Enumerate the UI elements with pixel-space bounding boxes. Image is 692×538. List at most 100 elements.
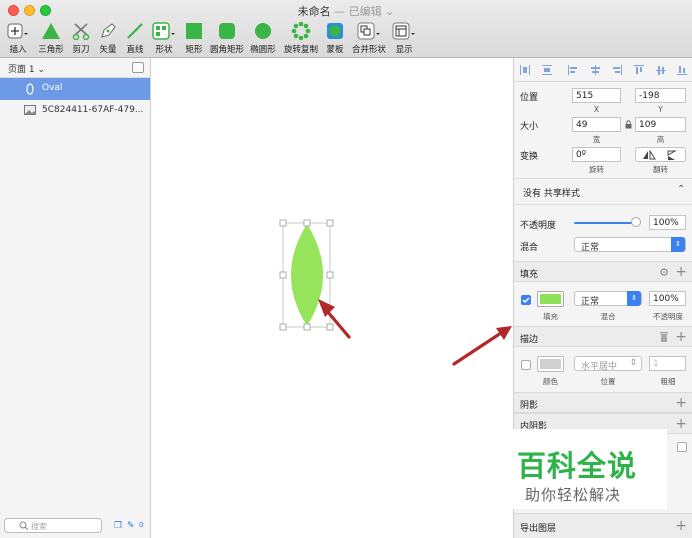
border-color-well[interactable] bbox=[537, 356, 564, 372]
align-right-icon[interactable] bbox=[612, 65, 622, 75]
shadow-section-header: 阴影 + bbox=[514, 392, 692, 413]
layer-oval[interactable]: Oval bbox=[0, 78, 150, 100]
watermark-subtitle: 助你轻松解决 bbox=[525, 486, 622, 504]
size-label: 大小 bbox=[520, 122, 539, 132]
blur-checkbox[interactable] bbox=[677, 442, 687, 452]
trash-icon[interactable] bbox=[660, 332, 668, 342]
filter-count: 0 bbox=[139, 521, 144, 529]
flip-vertical-icon[interactable] bbox=[666, 150, 680, 160]
align-bottom-icon[interactable] bbox=[677, 65, 687, 75]
view-menu[interactable]: 显示 bbox=[392, 21, 416, 55]
position-y-input[interactable]: -198 bbox=[635, 88, 686, 103]
add-shadow-button[interactable]: + bbox=[675, 394, 687, 412]
chevron-updown-icon: ⇕ bbox=[629, 358, 637, 368]
shared-style-select[interactable]: 没有 共享样式 ⌃ bbox=[514, 179, 692, 203]
layer-search-input[interactable]: 搜索 bbox=[4, 518, 102, 533]
rectangle-icon bbox=[186, 23, 202, 39]
chevron-updown-icon: ⌃ bbox=[677, 184, 686, 195]
search-icon bbox=[19, 521, 28, 530]
border-section-header: 描边 + bbox=[514, 326, 692, 347]
triangle-tool[interactable]: 三角形 bbox=[38, 21, 64, 55]
checkmark-icon bbox=[522, 297, 530, 304]
canvas-drawing bbox=[279, 219, 512, 366]
layer-image[interactable]: 5C824411-67AF-479... bbox=[0, 100, 150, 122]
page-selector[interactable]: 页面 1 ⌄ bbox=[0, 58, 150, 78]
align-center-h-icon[interactable] bbox=[590, 65, 600, 75]
border-color-swatch bbox=[540, 359, 561, 369]
width-input[interactable]: 49 bbox=[572, 117, 621, 132]
layers-panel: 页面 1 ⌄ Oval 5C824411-67AF-479... 搜索 ❐ ✎ … bbox=[0, 58, 151, 538]
distribute-horizontal-icon[interactable] bbox=[520, 65, 530, 75]
document-title: 未命名 — 已编辑 ⌄ bbox=[297, 5, 395, 18]
flip-horizontal-icon[interactable] bbox=[642, 150, 656, 160]
chevron-updown-icon: ⇕ bbox=[627, 291, 641, 306]
add-border-button[interactable]: + bbox=[675, 328, 687, 346]
edit-filter-icon[interactable]: ✎ bbox=[127, 521, 135, 531]
border-enabled-checkbox[interactable] bbox=[521, 360, 531, 370]
oval-layer-icon bbox=[26, 83, 34, 95]
image-layer-icon bbox=[24, 105, 36, 115]
fill-opacity-input[interactable]: 100% bbox=[649, 291, 686, 306]
fill-enabled-checkbox[interactable] bbox=[521, 295, 531, 305]
distribute-vertical-icon[interactable] bbox=[542, 65, 552, 75]
rectangle-tool[interactable]: 矩形 bbox=[184, 21, 204, 55]
fill-color-swatch bbox=[540, 294, 561, 304]
shapes-menu[interactable]: 形状 bbox=[152, 21, 176, 55]
rounded-rect-icon bbox=[219, 23, 235, 39]
add-fill-button[interactable]: + bbox=[675, 263, 687, 281]
line-icon bbox=[127, 23, 143, 39]
canvas[interactable] bbox=[152, 58, 512, 538]
blend-label: 混合 bbox=[520, 243, 539, 253]
border-thickness-input[interactable]: 1 bbox=[649, 356, 686, 371]
pen-icon bbox=[101, 23, 116, 38]
annotation-arrow-panel bbox=[452, 326, 512, 366]
mask-tool[interactable]: 蒙板 bbox=[325, 21, 345, 55]
opacity-slider-track[interactable] bbox=[574, 222, 637, 224]
fill-blend-select[interactable]: 正常 ⇕ bbox=[574, 291, 642, 307]
rounded-rect-tool[interactable]: 圆角矩形 bbox=[210, 21, 244, 55]
insert-button[interactable]: 插入 bbox=[7, 21, 29, 55]
export-section-header: 导出图层 + bbox=[514, 513, 692, 538]
combine-shapes-menu[interactable]: 合并形状 bbox=[352, 21, 386, 55]
watermark: 百科全说 助你轻松解决 bbox=[513, 429, 667, 509]
opacity-slider-thumb[interactable] bbox=[631, 217, 641, 227]
add-page-icon[interactable] bbox=[132, 62, 144, 73]
border-position-select[interactable]: 水平居中 ⇕ bbox=[574, 356, 642, 372]
fill-section-header: 填充 ⚙ + bbox=[514, 261, 692, 282]
align-middle-v-icon[interactable] bbox=[656, 65, 666, 75]
opacity-input[interactable]: 100% bbox=[649, 215, 686, 230]
position-x-input[interactable]: 515 bbox=[572, 88, 621, 103]
lock-icon[interactable] bbox=[625, 120, 632, 129]
rotate-input[interactable]: 0º bbox=[572, 147, 621, 162]
add-export-button[interactable]: + bbox=[675, 517, 687, 535]
oval-tool[interactable]: 椭圆形 bbox=[250, 21, 276, 55]
copy-layer-icon[interactable]: ❐ bbox=[114, 521, 122, 531]
annotation-arrow-shape bbox=[318, 299, 351, 339]
rotate-copy-tool[interactable]: 旋转复制 bbox=[284, 21, 318, 55]
edited-indicator[interactable]: — 已编辑 ⌄ bbox=[334, 5, 394, 18]
add-inner-shadow-button[interactable]: + bbox=[675, 415, 687, 433]
transform-label: 变换 bbox=[520, 152, 539, 162]
alignment-toolbar bbox=[514, 58, 692, 82]
flip-buttons[interactable] bbox=[635, 147, 686, 162]
vector-tool[interactable]: 矢量 bbox=[98, 21, 118, 55]
align-left-icon[interactable] bbox=[568, 65, 578, 75]
fill-color-well[interactable] bbox=[537, 291, 564, 307]
height-input[interactable]: 109 bbox=[635, 117, 686, 132]
mask-icon bbox=[327, 23, 343, 39]
line-tool[interactable]: 直线 bbox=[125, 21, 145, 55]
rotate-copy-icon bbox=[291, 21, 311, 41]
position-label: 位置 bbox=[520, 93, 539, 103]
combine-icon bbox=[357, 22, 380, 40]
align-top-icon[interactable] bbox=[634, 65, 644, 75]
title-toolbar: 未命名 — 已编辑 ⌄ 插入 三角形 剪刀 矢量 直线 形状 矩形 圆角矩形 椭… bbox=[0, 0, 692, 58]
gear-icon[interactable]: ⚙ bbox=[659, 266, 669, 279]
plus-icon bbox=[7, 23, 28, 39]
oval-shape[interactable] bbox=[291, 224, 323, 326]
shapes-icon bbox=[152, 22, 175, 40]
triangle-icon bbox=[42, 23, 60, 39]
scissors-icon bbox=[72, 23, 90, 40]
blend-select[interactable]: 正常 ⇕ bbox=[574, 237, 686, 253]
scissors-tool[interactable]: 剪刀 bbox=[71, 21, 91, 55]
watermark-title: 百科全说 bbox=[517, 449, 638, 483]
